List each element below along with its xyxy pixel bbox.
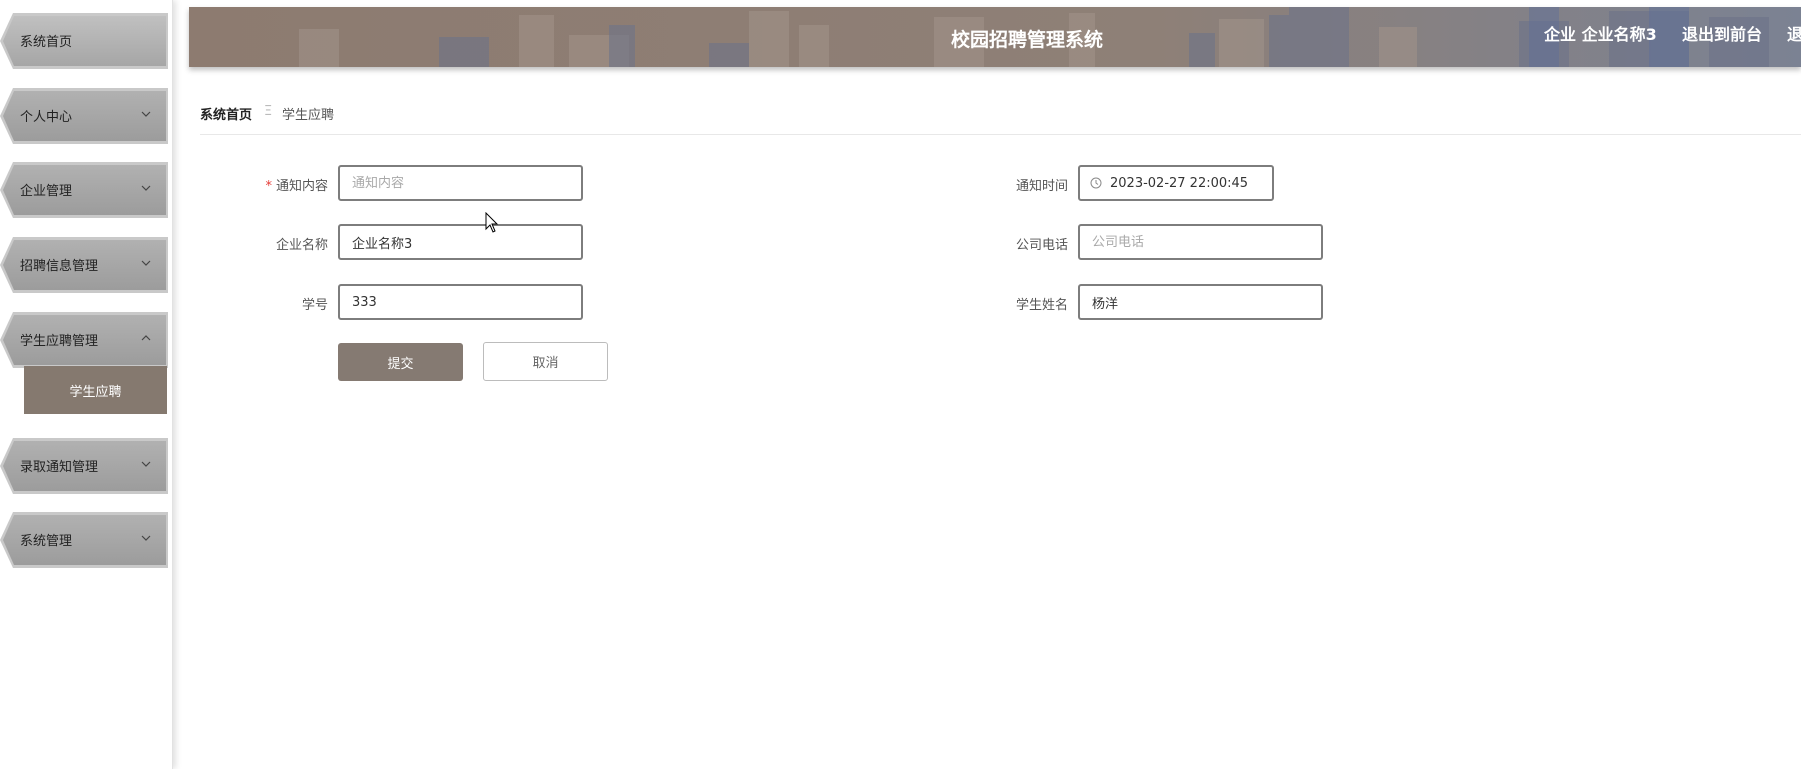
sidebar-item-label: 企业管理: [20, 184, 73, 199]
page-title: 校园招聘管理系统: [951, 29, 1104, 51]
clock-icon: [1090, 177, 1102, 189]
breadcrumb-separator-icon: Ξ: [264, 104, 273, 119]
student-name-label: 学生姓名: [1015, 298, 1068, 313]
notice-time-label: 通知时间: [1015, 179, 1068, 194]
breadcrumb-home[interactable]: 系统首页: [200, 104, 252, 123]
exit-to-front-link[interactable]: 退出到前台: [1682, 21, 1762, 45]
chevron-down-icon: [141, 535, 151, 541]
sidebar-item-label: 系统首页: [20, 35, 73, 50]
company-phone-label: 公司电话: [1015, 238, 1068, 253]
sidebar-item-label: 学生应聘管理: [20, 334, 99, 349]
notice-time-input[interactable]: [1078, 165, 1274, 201]
chevron-down-icon: [141, 185, 151, 191]
sidebar-item-label: 招聘信息管理: [20, 259, 99, 274]
cancel-button[interactable]: 取消: [483, 342, 608, 381]
notice-content-label: * 通知内容: [265, 179, 328, 194]
company-phone-input[interactable]: [1078, 224, 1323, 260]
current-user-label[interactable]: 企业 企业名称3: [1544, 21, 1657, 45]
company-name-input[interactable]: [338, 224, 583, 260]
chevron-down-icon: [141, 260, 151, 266]
sidebar-subitem-student-application[interactable]: 学生应聘: [24, 366, 167, 414]
student-name-input[interactable]: [1078, 284, 1323, 320]
breadcrumb-current: 学生应聘: [282, 108, 335, 123]
chevron-up-icon: [141, 335, 151, 341]
divider: [200, 134, 1801, 135]
sidebar-subitem-label: 学生应聘: [69, 384, 122, 400]
mouse-cursor-icon: [485, 212, 499, 233]
student-id-label: 学号: [301, 298, 328, 313]
logout-link[interactable]: 退: [1787, 21, 1801, 45]
chevron-down-icon: [141, 111, 151, 117]
sidebar-item-label: 个人中心: [20, 110, 73, 125]
sidebar-item-label: 系统管理: [20, 534, 73, 549]
notice-content-input[interactable]: [338, 165, 583, 201]
sidebar-item-label: 录取通知管理: [20, 460, 99, 475]
company-name-label: 企业名称: [275, 238, 328, 253]
student-id-input[interactable]: [338, 284, 583, 320]
sidebar: 系统首页 个人中心 企业管理 招聘信息管理 学生应聘管理 学生应聘 录取通知管理…: [0, 0, 173, 769]
chevron-down-icon: [141, 461, 151, 467]
required-mark: *: [265, 179, 272, 194]
top-header: 校园招聘管理系统 企业 企业名称3 退出到前台 退: [189, 7, 1801, 67]
submit-button[interactable]: 提交: [338, 343, 463, 381]
